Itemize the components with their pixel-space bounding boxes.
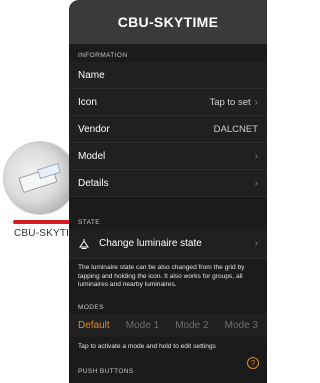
- section-state-header: STATE: [78, 219, 100, 226]
- mode-1[interactable]: Mode 1: [126, 320, 159, 331]
- info-label: Name: [78, 69, 105, 81]
- help-icon[interactable]: ?: [247, 357, 259, 369]
- section-push-buttons-header: PUSH BUTTONS: [78, 367, 134, 375]
- chevron-right-icon: ›: [254, 96, 258, 108]
- chevron-right-icon: ›: [254, 177, 258, 189]
- panel-title: CBU-SKYTIME: [69, 0, 267, 44]
- device-info-panel: CBU-SKYTIME INFORMATION Name Icon Tap to…: [69, 0, 267, 383]
- mode-2[interactable]: Mode 2: [175, 320, 208, 331]
- change-state-row[interactable]: Change luminaire state ›: [69, 229, 267, 259]
- mode-3[interactable]: Mode 3: [225, 320, 258, 331]
- info-label: Vendor: [78, 123, 110, 135]
- device-level-bar: [13, 220, 70, 224]
- info-row-name[interactable]: Name: [69, 62, 267, 89]
- device-thumbnail[interactable]: [4, 142, 76, 214]
- mode-default[interactable]: Default: [78, 320, 110, 331]
- info-row-details[interactable]: Details ›: [69, 170, 267, 197]
- info-label: Model: [78, 150, 106, 162]
- info-row-icon[interactable]: Icon Tap to set ›: [69, 89, 267, 116]
- info-value: Tap to set: [209, 96, 251, 108]
- info-label: Details: [78, 177, 109, 189]
- info-row-model[interactable]: Model ›: [69, 143, 267, 170]
- info-value: DALCNET: [213, 123, 258, 135]
- section-modes-header: MODES: [78, 303, 104, 311]
- chevron-right-icon: ›: [254, 150, 258, 162]
- chevron-right-icon: ›: [254, 238, 258, 249]
- info-row-vendor: Vendor DALCNET: [69, 116, 267, 143]
- modes-hint: Tap to activate a mode and hold to edit …: [69, 336, 267, 356]
- section-information-header: INFORMATION: [78, 52, 128, 59]
- device-label: CBU-SKYTI: [14, 228, 70, 239]
- change-state-label: Change luminaire state: [99, 238, 202, 249]
- luminaire-icon: [79, 238, 89, 249]
- info-label: Icon: [78, 96, 97, 108]
- state-description: The luminaire state can be also changed …: [69, 259, 267, 296]
- mode-selector: Default Mode 1 Mode 2 Mode 3: [69, 313, 267, 337]
